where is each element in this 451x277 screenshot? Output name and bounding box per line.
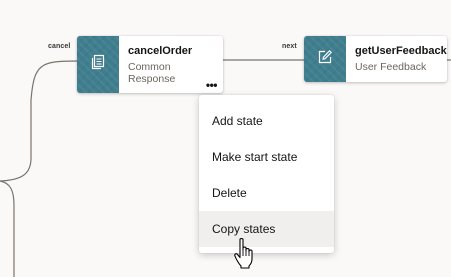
menu-item-delete[interactable]: Delete (199, 175, 334, 211)
node-subtitle: Response (128, 73, 176, 85)
document-stack-icon (90, 54, 106, 75)
node-icon-box (304, 36, 346, 82)
node-subtitle: User Feedback (355, 61, 427, 73)
node-title: cancelOrder (128, 45, 193, 57)
state-node-cancel-order[interactable]: cancelOrder Common Response ••• (77, 36, 223, 93)
node-icon-box (77, 36, 119, 93)
edge-branch-down (0, 180, 15, 277)
edge-label-cancel: cancel (48, 43, 71, 50)
menu-item-add-state[interactable]: Add state (199, 103, 334, 139)
context-menu: Add state Make start state Delete Copy s… (199, 95, 334, 253)
node-title: getUserFeedback (355, 45, 447, 57)
flow-canvas[interactable]: cancel next cancelOrder Common Response … (0, 0, 451, 277)
state-node-get-user-feedback[interactable]: getUserFeedback User Feedback (304, 36, 447, 82)
edge-label-next: next (282, 43, 297, 50)
hand-pointer-icon (233, 237, 257, 276)
more-options-icon[interactable]: ••• (206, 79, 218, 91)
menu-item-copy-states[interactable]: Copy states (199, 211, 334, 247)
edge-cancel (0, 60, 78, 182)
edit-icon (317, 49, 333, 70)
menu-item-make-start-state[interactable]: Make start state (199, 139, 334, 175)
